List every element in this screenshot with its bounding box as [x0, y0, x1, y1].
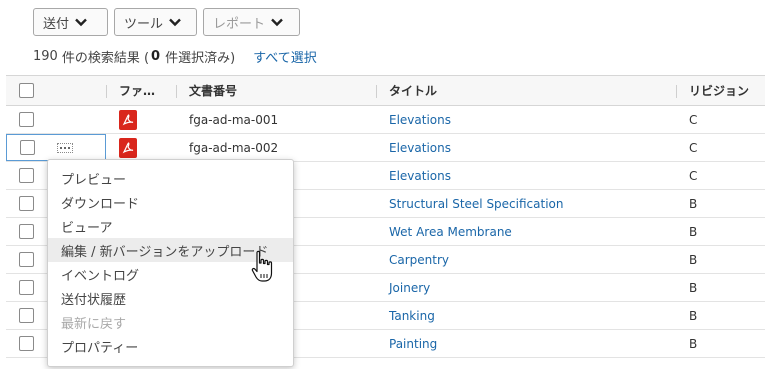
- menu-item-preview[interactable]: プレビュー: [48, 166, 293, 190]
- doc-number-cell: fga-ad-ma-002: [189, 140, 279, 155]
- toolbar: 送付 ツール レポート: [33, 8, 300, 36]
- title-link[interactable]: Structural Steel Specification: [389, 197, 564, 211]
- header-select-cell: [6, 76, 106, 105]
- title-cell: Tanking: [376, 302, 676, 329]
- title-link[interactable]: Painting: [389, 337, 437, 351]
- row-checkbox[interactable]: [19, 252, 34, 267]
- title-cell: Structural Steel Specification: [376, 190, 676, 217]
- menu-item-properties[interactable]: プロパティー: [48, 334, 293, 358]
- title-link[interactable]: Tanking: [389, 309, 435, 323]
- results-suffix: 件選択済み): [165, 50, 236, 66]
- menu-item-transmittal-history[interactable]: 送付状履歴: [48, 286, 293, 310]
- row-checkbox[interactable]: [20, 140, 35, 155]
- title-cell: Wet Area Membrane: [376, 218, 676, 245]
- search-results-summary: 190 件の検索結果 ( 0 件選択済み) すべて選択: [33, 46, 317, 66]
- title-link[interactable]: Elevations: [389, 113, 451, 127]
- title-link[interactable]: Elevations: [389, 169, 451, 183]
- send-label: 送付: [43, 16, 70, 32]
- title-cell: Carpentry: [376, 246, 676, 273]
- row-checkbox[interactable]: [19, 280, 34, 295]
- file-type-cell: [106, 106, 176, 133]
- chevron-down-icon: [271, 18, 283, 27]
- select-all-link[interactable]: すべて選択: [253, 47, 317, 66]
- title-cell: Joinery: [376, 274, 676, 301]
- revision-cell: B: [689, 252, 698, 267]
- row-select-cell: [6, 106, 106, 133]
- select-all-checkbox[interactable]: [19, 83, 34, 98]
- table-row[interactable]: fga-ad-ma-002 Elevations C: [6, 134, 765, 162]
- results-prefix: 件の検索結果 (: [61, 50, 150, 66]
- results-count: 190: [33, 48, 58, 64]
- title-link[interactable]: Elevations: [389, 141, 451, 155]
- report-dropdown-button[interactable]: レポート: [203, 8, 300, 36]
- row-checkbox[interactable]: [19, 224, 34, 239]
- pdf-icon[interactable]: [119, 137, 137, 158]
- table-header: ファ… 文書番号 タイトル リビジョン: [6, 75, 765, 106]
- selected-count: 0: [151, 48, 161, 64]
- title-cell: Painting: [376, 330, 676, 357]
- menu-item-viewer[interactable]: ビューア: [48, 214, 293, 238]
- tools-label: ツール: [124, 16, 164, 32]
- header-doc-number[interactable]: 文書番号: [176, 76, 376, 105]
- menu-item-download[interactable]: ダウンロード: [48, 190, 293, 214]
- chevron-down-icon: [75, 18, 87, 27]
- row-checkbox[interactable]: [19, 308, 34, 323]
- send-dropdown-button[interactable]: 送付: [33, 8, 108, 36]
- title-cell: Elevations: [376, 134, 676, 161]
- more-actions-icon[interactable]: [57, 142, 73, 153]
- header-revision[interactable]: リビジョン: [676, 76, 765, 105]
- revision-cell: B: [689, 196, 698, 211]
- row-checkbox[interactable]: [19, 112, 34, 127]
- menu-item-revert-latest: 最新に戻す: [61, 316, 127, 332]
- doc-number-cell: fga-ad-ma-001: [189, 112, 279, 127]
- revision-cell: B: [689, 336, 698, 351]
- row-select-cell: [6, 134, 106, 161]
- title-link[interactable]: Carpentry: [389, 253, 449, 267]
- title-cell: Elevations: [376, 106, 676, 133]
- revision-cell: B: [689, 280, 698, 295]
- row-checkbox[interactable]: [19, 168, 34, 183]
- pdf-icon[interactable]: [119, 109, 137, 130]
- tools-dropdown-button[interactable]: ツール: [114, 8, 197, 36]
- title-cell: Elevations: [376, 162, 676, 189]
- title-link[interactable]: Joinery: [389, 281, 430, 295]
- header-title[interactable]: タイトル: [376, 76, 676, 105]
- revision-cell: C: [689, 112, 698, 127]
- file-type-cell: [106, 134, 176, 161]
- report-label: レポート: [213, 16, 266, 32]
- revision-cell: B: [689, 308, 698, 323]
- hand-pointer-icon: [251, 250, 273, 282]
- revision-cell: C: [689, 168, 698, 183]
- revision-cell: B: [689, 224, 698, 239]
- row-checkbox[interactable]: [19, 336, 34, 351]
- revision-cell: C: [689, 140, 698, 155]
- table-row[interactable]: fga-ad-ma-001 Elevations C: [6, 106, 765, 134]
- header-file-type[interactable]: ファ…: [106, 76, 176, 105]
- chevron-down-icon: [169, 18, 181, 27]
- title-link[interactable]: Wet Area Membrane: [389, 225, 512, 239]
- row-checkbox[interactable]: [19, 196, 34, 211]
